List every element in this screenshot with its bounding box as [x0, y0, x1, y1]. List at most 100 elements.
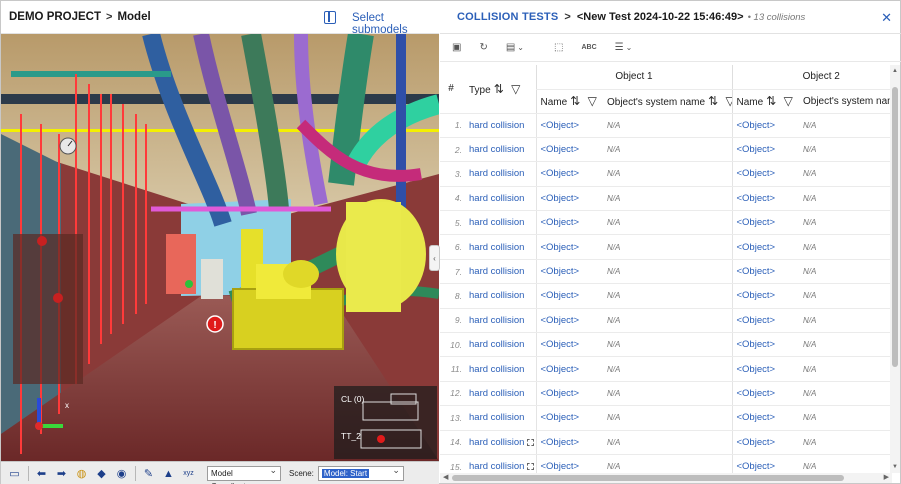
row-object1-name[interactable]: <Object> [541, 290, 580, 301]
breadcrumb-project[interactable]: DEMO PROJECT [9, 11, 101, 23]
scroll-left-icon[interactable]: ◀ [443, 473, 448, 481]
row-type-link[interactable]: hard collision [469, 242, 524, 253]
row-type-link[interactable]: hard collision [469, 437, 524, 448]
row-object1-name[interactable]: <Object> [541, 193, 580, 204]
row-object2-name[interactable]: <Object> [737, 339, 776, 350]
row-type-link[interactable]: hard collision [469, 290, 524, 301]
sort-filter-icon[interactable]: ⇅ ▽ [766, 94, 795, 108]
row-object2-name[interactable]: <Object> [737, 290, 776, 301]
row-object2-name[interactable]: <Object> [737, 120, 776, 131]
coordinates-select[interactable]: Model Coordinates [207, 464, 281, 484]
split-panel-icon[interactable] [324, 11, 336, 24]
col-header-sys1[interactable]: Object's system name⇅ ▽ [603, 89, 732, 114]
selection-box-icon[interactable] [527, 463, 535, 471]
row-object1-name[interactable]: <Object> [541, 315, 580, 326]
table-row[interactable]: 10. hard collision <Object> N/A <Object> N/A [440, 332, 892, 358]
row-object1-name[interactable]: <Object> [541, 412, 580, 423]
close-icon[interactable]: ✕ [881, 10, 892, 26]
selection-box-icon[interactable] [527, 438, 535, 446]
collision-tests-title[interactable]: COLLISION TESTS [457, 11, 558, 23]
row-type-link[interactable]: hard collision [469, 217, 524, 228]
row-object1-name[interactable]: <Object> [541, 168, 580, 179]
save-icon[interactable]: ▣ [452, 42, 461, 53]
table-row[interactable]: 14. hard collision <Object> N/A <Object> N/A [440, 430, 892, 455]
vertical-scroll-thumb[interactable] [892, 87, 898, 367]
row-type-link[interactable]: hard collision [469, 266, 524, 277]
arrow-right-icon[interactable]: ➡ [54, 466, 69, 481]
col-header-sys2[interactable]: Object's system name [799, 89, 892, 114]
orbit-icon[interactable]: ◍ [74, 466, 89, 481]
row-type-link[interactable]: hard collision [469, 193, 524, 204]
table-row[interactable]: 13. hard collision <Object> N/A <Object> N/A [440, 405, 892, 431]
row-type-link[interactable]: hard collision [469, 168, 524, 179]
arrow-left-icon[interactable]: ⬅ [34, 466, 49, 481]
horizontal-scroll-thumb[interactable] [452, 475, 844, 481]
car-icon[interactable]: ▲ [161, 466, 176, 481]
row-object1-name[interactable]: <Object> [541, 339, 580, 350]
row-type-link[interactable]: hard collision [469, 461, 524, 472]
col-header-type[interactable]: Type ⇅ ▽ [466, 65, 536, 114]
table-row[interactable]: 5. hard collision <Object> N/A <Object> N/A [440, 210, 892, 236]
row-type-link[interactable]: hard collision [469, 388, 524, 399]
table-row[interactable]: 4. hard collision <Object> N/A <Object> N/A [440, 186, 892, 212]
export-icon[interactable]: ▤ ⌄ [506, 42, 524, 53]
hammer-icon[interactable]: ✎ [141, 466, 156, 481]
table-row[interactable]: 6. hard collision <Object> N/A <Object> N/A [440, 234, 892, 260]
table-row[interactable]: 9. hard collision <Object> N/A <Object> N/A [440, 308, 892, 334]
row-object1-name[interactable]: <Object> [541, 120, 580, 131]
select-submodels-link[interactable]: Select submodels [352, 12, 439, 36]
refresh-icon[interactable]: ↻ [479, 42, 487, 53]
collision-table-container[interactable]: # Type ⇅ ▽ Object 1 Object 2 Name ⇅ ▽ Obje… [440, 65, 892, 473]
row-object1-name[interactable]: <Object> [541, 437, 580, 448]
row-object2-name[interactable]: <Object> [737, 437, 776, 448]
row-object2-name[interactable]: <Object> [737, 144, 776, 155]
3d-viewport[interactable]: ! CL (0) TT_2 x [1, 34, 439, 461]
row-object2-name[interactable]: <Object> [737, 193, 776, 204]
row-type-link[interactable]: hard collision [469, 120, 524, 131]
window-icon[interactable]: ▭ [7, 466, 22, 481]
row-object1-name[interactable]: <Object> [541, 388, 580, 399]
table-row[interactable]: 2. hard collision <Object> N/A <Object> N/A [440, 137, 892, 163]
scroll-right-icon[interactable]: ▶ [884, 473, 889, 481]
row-type-link[interactable]: hard collision [469, 339, 524, 350]
scroll-down-icon[interactable]: ▼ [892, 464, 898, 470]
camera-icon[interactable]: ◉ [114, 466, 129, 481]
select-box-icon[interactable]: ⬚ [554, 42, 563, 53]
table-row[interactable]: 1. hard collision <Object> N/A <Object> N/A [440, 113, 892, 138]
table-row[interactable]: 7. hard collision <Object> N/A <Object> N/A [440, 259, 892, 285]
xyz-icon[interactable]: xyz [181, 466, 196, 481]
table-row[interactable]: 3. hard collision <Object> N/A <Object> N/A [440, 161, 892, 187]
row-object1-name[interactable]: <Object> [541, 217, 580, 228]
collapse-handle[interactable]: ‹ [429, 245, 440, 271]
row-object2-name[interactable]: <Object> [737, 168, 776, 179]
row-type-link[interactable]: hard collision [469, 144, 524, 155]
row-object2-name[interactable]: <Object> [737, 461, 776, 472]
col-header-name2[interactable]: Name ⇅ ▽ [731, 89, 799, 114]
row-object1-name[interactable]: <Object> [541, 364, 580, 375]
sort-filter-icon[interactable]: ⇅ ▽ [494, 82, 523, 96]
scroll-up-icon[interactable]: ▲ [892, 68, 898, 74]
row-type-link[interactable]: hard collision [469, 315, 524, 326]
table-row[interactable]: 15. hard collision <Object> N/A <Object> N/A [440, 454, 892, 473]
table-row[interactable]: 12. hard collision <Object> N/A <Object> N/A [440, 381, 892, 407]
row-type-link[interactable]: hard collision [469, 412, 524, 423]
row-object2-name[interactable]: <Object> [737, 242, 776, 253]
row-object1-name[interactable]: <Object> [541, 461, 580, 472]
cube-icon[interactable]: ◆ [94, 466, 109, 481]
row-object1-name[interactable]: <Object> [541, 144, 580, 155]
row-object2-name[interactable]: <Object> [737, 388, 776, 399]
row-object2-name[interactable]: <Object> [737, 315, 776, 326]
row-object2-name[interactable]: <Object> [737, 217, 776, 228]
row-object1-name[interactable]: <Object> [541, 242, 580, 253]
scene-select[interactable]: Model: Start [317, 464, 404, 481]
list-icon[interactable]: ☰ ⌄ [615, 42, 633, 53]
vertical-scrollbar[interactable]: ▲ ▼ [890, 65, 900, 473]
row-object1-name[interactable]: <Object> [541, 266, 580, 277]
sort-filter-icon[interactable]: ⇅ ▽ [570, 94, 599, 108]
row-object2-name[interactable]: <Object> [737, 266, 776, 277]
row-object2-name[interactable]: <Object> [737, 412, 776, 423]
table-row[interactable]: 11. hard collision <Object> N/A <Object> N/A [440, 356, 892, 382]
row-object2-name[interactable]: <Object> [737, 364, 776, 375]
horizontal-scrollbar[interactable]: ◀ ▶ [440, 473, 892, 483]
table-row[interactable]: 8. hard collision <Object> N/A <Object> N/A [440, 283, 892, 309]
